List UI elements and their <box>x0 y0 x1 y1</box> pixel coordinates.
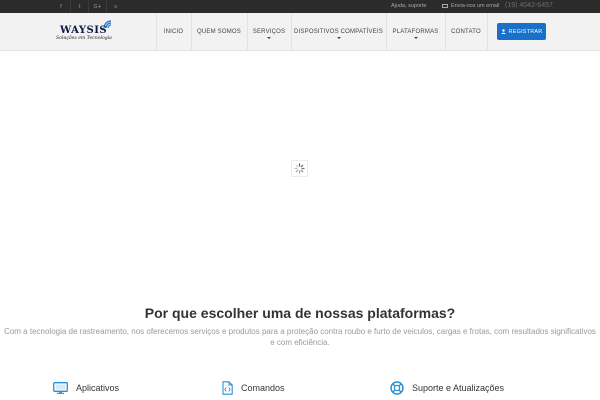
chevron-down-icon <box>413 37 418 39</box>
nav-label: INICIO <box>163 29 184 35</box>
help-support-link[interactable]: Ajuda, suporte <box>391 2 426 11</box>
logo-tagline: Soluções em Tecnologia <box>56 36 112 41</box>
lifebuoy-icon <box>390 381 404 395</box>
feature-suporte: Suporte e Atualizações <box>390 381 504 395</box>
feature-aplicativos: Aplicativos <box>53 381 119 395</box>
skype-icon[interactable]: s <box>106 0 124 13</box>
nav-label: PLATAFORMAS <box>392 29 439 35</box>
chevron-down-icon <box>336 37 341 39</box>
feature-label: Suporte e Atualizações <box>412 383 505 393</box>
loading-spinner <box>291 160 308 177</box>
feature-label: Aplicativos <box>76 383 120 393</box>
google-plus-icon[interactable]: G+ <box>88 0 106 13</box>
nav-item-quem-somos[interactable]: QUEM SOMOS <box>191 13 247 51</box>
facebook-icon[interactable]: f <box>52 0 70 13</box>
nav-item-inicio[interactable]: INICIO <box>156 13 191 51</box>
chevron-down-icon <box>267 37 271 39</box>
spinner-icon <box>294 163 305 174</box>
twitter-icon[interactable]: t <box>70 0 88 13</box>
nav-label: DISPOSITIVOS COMPATÍVEIS <box>294 29 383 35</box>
monitor-icon <box>53 382 68 394</box>
site-logo[interactable]: WAYSIS Soluções em Tecnologia <box>56 19 122 47</box>
nav-label: CONTATO <box>451 29 481 35</box>
code-file-icon <box>222 381 233 395</box>
section-title: Por que escolher uma de nossas plataform… <box>144 305 456 321</box>
feature-comandos: Comandos <box>222 381 285 395</box>
nav-item-dispositivos[interactable]: DISPOSITIVOS COMPATÍVEIS <box>291 13 386 51</box>
nav-item-plataformas[interactable]: PLATAFORMAS <box>386 13 445 51</box>
section-description: Com a tecnologia de rastreamento, nos of… <box>4 327 596 347</box>
signal-icon <box>103 20 112 29</box>
nav-label: QUEM SOMOS <box>196 29 241 35</box>
nav-divider <box>487 13 488 51</box>
email-link[interactable]: Envia-nos um email <box>451 2 499 11</box>
nav-item-servicos[interactable]: SERVIÇOS <box>247 13 291 51</box>
top-bar: f t G+ s Ajuda, suporte Envia-nos um ema… <box>0 0 600 13</box>
nav-label: SERVIÇOS <box>252 29 286 35</box>
envelope-icon <box>442 4 448 8</box>
register-label: REGISTRAR <box>508 28 543 35</box>
nav-item-contato[interactable]: CONTATO <box>445 13 487 51</box>
feature-label: Comandos <box>241 383 285 393</box>
register-button[interactable]: REGISTRAR <box>497 23 546 40</box>
phone-number: (19) 4042-6457 <box>505 2 553 9</box>
logo-name: WAYSIS <box>60 25 108 36</box>
user-icon <box>500 29 506 34</box>
